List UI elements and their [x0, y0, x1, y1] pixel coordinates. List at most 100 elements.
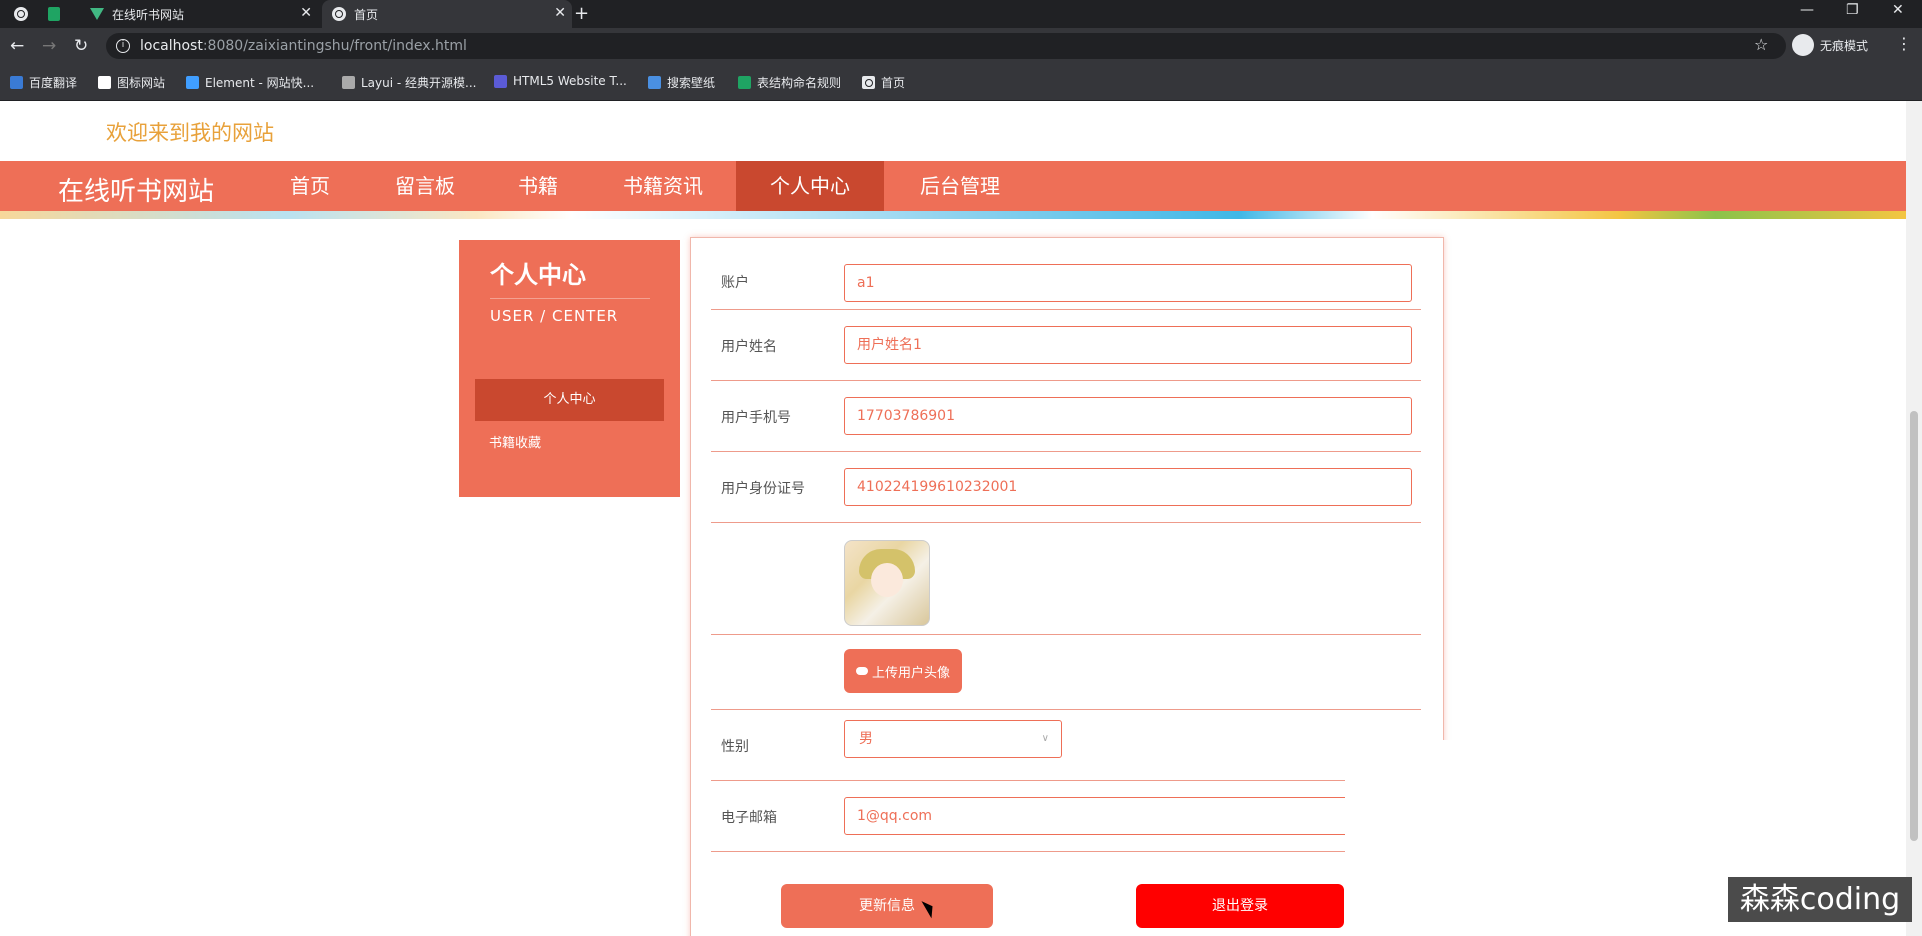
- sheet-icon: [48, 7, 60, 21]
- welcome-text: 欢迎来到我的网站: [106, 121, 274, 145]
- globe-icon: [14, 7, 28, 21]
- minimize-button[interactable]: —: [1800, 2, 1814, 18]
- bookmark-item[interactable]: 表结构命名规则: [738, 74, 841, 91]
- url-field[interactable]: i localhost :8080/zaixiantingshu/front/i…: [106, 33, 1786, 59]
- bookmark-item[interactable]: Layui - 经典开源模...: [342, 74, 476, 91]
- gender-select[interactable]: 男 ∨: [844, 720, 1062, 758]
- upload-label: 上传用户头像: [871, 665, 950, 681]
- form-row-avatar: [711, 522, 1421, 635]
- form-row-idcard: 用户身份证号 410224199610232001: [711, 451, 1421, 523]
- browser-tabbar: 在线听书网站 ✕ 首页 ✕ + — ❐ ✕: [0, 0, 1922, 28]
- tab-2[interactable]: [48, 0, 72, 28]
- sidebar-divider: [490, 298, 650, 299]
- gender-value: 男: [859, 731, 873, 747]
- email-label: 电子邮箱: [721, 810, 777, 826]
- restore-button[interactable]: ❐: [1846, 2, 1859, 18]
- sidebar-title: 个人中心: [490, 261, 586, 289]
- layui-icon: [342, 76, 355, 89]
- site-navbar: 在线听书网站 首页 留言板 书籍 书籍资讯 个人中心 后台管理: [0, 161, 1906, 211]
- nav-user-center[interactable]: 个人中心: [736, 161, 884, 211]
- update-info-button[interactable]: 更新信息: [781, 884, 993, 928]
- sidebar-subtitle: USER / CENTER: [490, 307, 619, 325]
- bookmark-item[interactable]: 首页: [862, 74, 905, 91]
- banner-stripe: [0, 211, 1906, 219]
- cloud-upload-icon: [855, 667, 868, 675]
- scrollbar-thumb[interactable]: [1910, 411, 1918, 841]
- sheet-icon: [738, 76, 751, 89]
- incognito-icon: [1792, 34, 1814, 56]
- phone-label: 用户手机号: [721, 410, 791, 426]
- bookmarks-bar: 百度翻译 图标网站 Element - 网站快... Layui - 经典开源模…: [0, 64, 1922, 101]
- form-row-account: 账户 a1: [711, 238, 1421, 310]
- bookmark-star-icon[interactable]: ☆: [1754, 35, 1768, 54]
- phone-input[interactable]: 17703786901: [844, 397, 1412, 435]
- idcard-label: 用户身份证号: [721, 481, 805, 497]
- html5-icon: [494, 74, 507, 88]
- nav-message-board[interactable]: 留言板: [380, 161, 470, 211]
- name-label: 用户姓名: [721, 339, 777, 355]
- form-row-email: 电子邮箱 1@qq.com: [711, 780, 1421, 852]
- bookmark-label: Element - 网站快...: [205, 76, 315, 90]
- avatar-image: [844, 540, 930, 626]
- info-icon[interactable]: i: [116, 39, 130, 53]
- close-icon[interactable]: ✕: [554, 5, 566, 21]
- forward-button[interactable]: →: [42, 36, 56, 56]
- form-row-gender: 性别 男 ∨: [711, 709, 1421, 781]
- bookmark-label: 图标网站: [117, 76, 166, 90]
- bookmark-item[interactable]: HTML5 Website T...: [494, 74, 627, 88]
- nav-books[interactable]: 书籍: [498, 161, 578, 211]
- new-tab-button[interactable]: +: [574, 3, 589, 24]
- nav-book-news[interactable]: 书籍资讯: [608, 161, 718, 211]
- bookmark-item[interactable]: Element - 网站快...: [186, 74, 314, 91]
- bookmark-label: 搜索壁纸: [667, 76, 716, 90]
- incognito-label: 无痕模式: [1820, 38, 1869, 53]
- page-scrollbar[interactable]: [1906, 101, 1922, 936]
- back-button[interactable]: ←: [10, 36, 24, 56]
- logout-button[interactable]: 退出登录: [1136, 884, 1344, 928]
- incognito-badge[interactable]: 无痕模式: [1792, 34, 1868, 56]
- chevron-down-icon: ∨: [1041, 733, 1049, 744]
- account-input[interactable]: a1: [844, 264, 1412, 302]
- flag-icon: [98, 76, 111, 89]
- bookmark-label: 表结构命名规则: [757, 76, 842, 90]
- account-label: 账户: [721, 275, 749, 291]
- bookmark-item[interactable]: 搜索壁纸: [648, 74, 715, 91]
- close-window-button[interactable]: ✕: [1892, 2, 1904, 18]
- tab-title: 首页: [354, 7, 379, 22]
- reload-button[interactable]: ↻: [74, 36, 88, 56]
- site-brand[interactable]: 在线听书网站: [58, 171, 214, 208]
- nav-admin[interactable]: 后台管理: [900, 161, 1020, 211]
- globe-icon: [332, 7, 346, 21]
- tab-3[interactable]: 在线听书网站 ✕: [90, 0, 318, 28]
- idcard-input[interactable]: 410224199610232001: [844, 468, 1412, 506]
- watermark: 森森coding: [1728, 877, 1912, 922]
- user-sidebar: 个人中心 USER / CENTER 个人中心 书籍收藏: [459, 240, 680, 497]
- close-icon[interactable]: ✕: [300, 5, 312, 21]
- nav-home[interactable]: 首页: [270, 161, 350, 211]
- bookmark-label: 首页: [881, 76, 906, 90]
- upload-avatar-button[interactable]: 上传用户头像: [844, 649, 962, 693]
- address-bar-row: ← → ↻ i localhost :8080/zaixiantingshu/f…: [0, 28, 1922, 64]
- form-row-upload: 上传用户头像: [711, 634, 1421, 710]
- bookmark-label: Layui - 经典开源模...: [361, 76, 477, 90]
- user-info-form: 账户 a1 用户姓名 用户姓名1 用户手机号 17703786901 用户身份证…: [690, 237, 1444, 936]
- url-path: :8080/zaixiantingshu/front/index.html: [202, 38, 467, 54]
- vue-icon: [90, 8, 104, 20]
- menu-icon[interactable]: ⋮: [1896, 34, 1912, 53]
- name-input[interactable]: 用户姓名1: [844, 326, 1412, 364]
- bookmark-item[interactable]: 图标网站: [98, 74, 165, 91]
- url-host: localhost: [140, 38, 203, 54]
- form-row-name: 用户姓名 用户姓名1: [711, 309, 1421, 381]
- bookmark-item[interactable]: 百度翻译: [10, 74, 77, 91]
- bookmark-label: 百度翻译: [29, 76, 78, 90]
- email-input[interactable]: 1@qq.com: [844, 797, 1412, 835]
- tab-4[interactable]: 首页 ✕: [322, 0, 572, 28]
- tab-1[interactable]: [14, 0, 38, 28]
- form-row-phone: 用户手机号 17703786901: [711, 380, 1421, 452]
- wallpaper-icon: [648, 76, 661, 89]
- globe-icon: [862, 76, 875, 89]
- bookmark-icon: [10, 76, 23, 89]
- sidebar-item-user-center[interactable]: 个人中心: [475, 379, 664, 421]
- sidebar-item-book-favorites[interactable]: 书籍收藏: [489, 423, 678, 465]
- tab-title: 在线听书网站: [112, 7, 185, 22]
